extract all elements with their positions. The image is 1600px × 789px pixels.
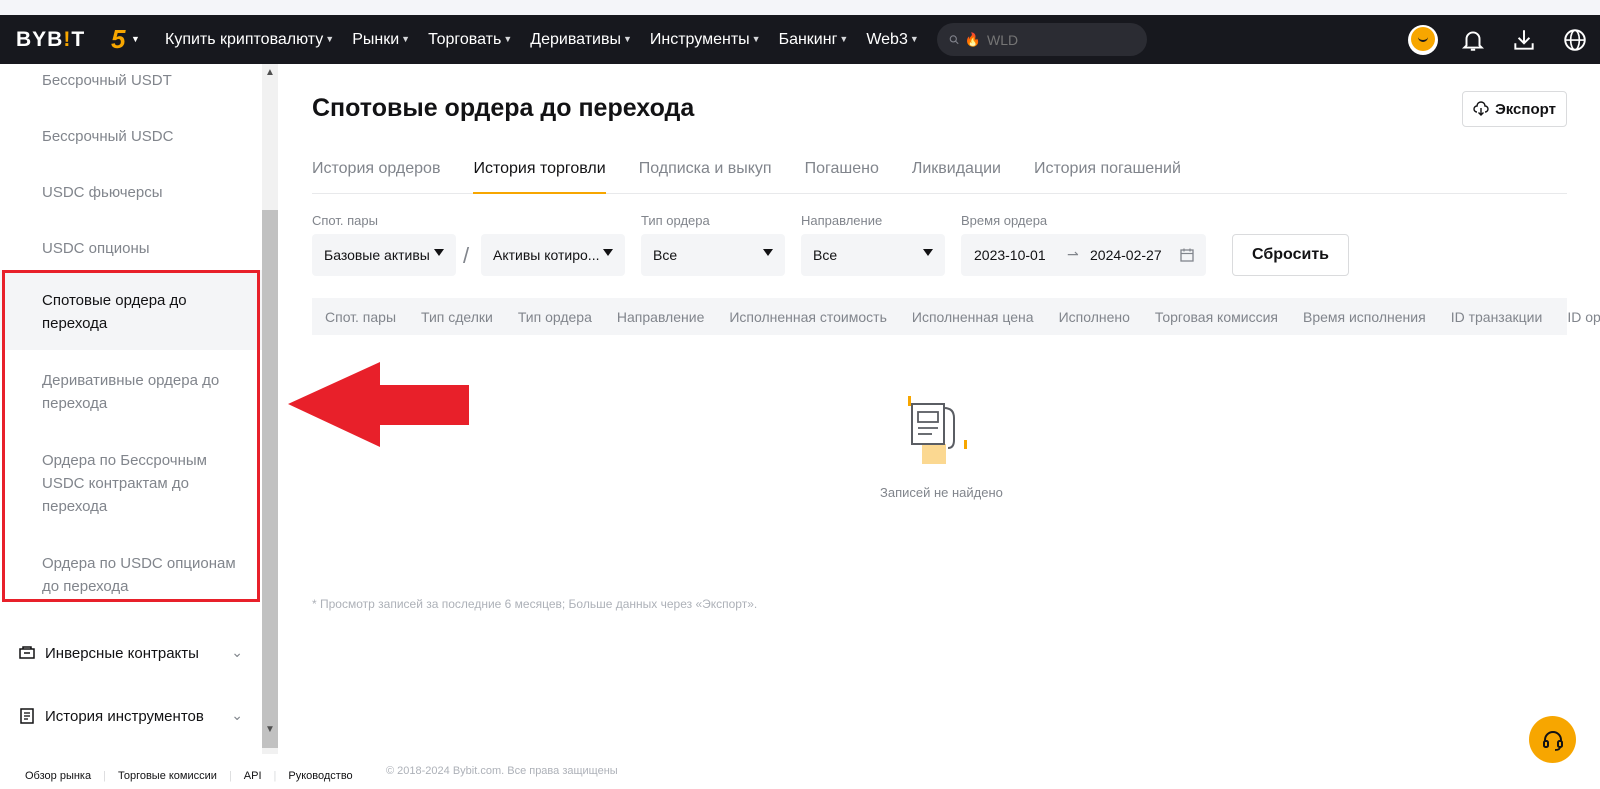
- base-assets-select[interactable]: Базовые активы: [312, 234, 456, 276]
- headset-icon: [1542, 730, 1563, 751]
- menu-derivatives[interactable]: Деривативы ▼: [530, 31, 632, 49]
- annotation-highlight-box: [2, 270, 260, 602]
- tab-subscription-redemption[interactable]: Подписка и выкуп: [639, 160, 772, 194]
- download-icon[interactable]: [1511, 27, 1537, 53]
- sidebar-scrollbar[interactable]: ▲ ▼: [262, 64, 278, 754]
- avatar[interactable]: [1408, 25, 1438, 55]
- chevron-down-icon: ▼: [131, 34, 140, 44]
- scroll-up-arrow-icon[interactable]: ▲: [265, 67, 275, 78]
- order-type-label: Тип ордера: [641, 213, 710, 228]
- main-menu: Купить криптовалюту ▼ Рынки ▼ Торговать ▼ Д…: [165, 15, 937, 64]
- sidebar-group-tools-history[interactable]: История инструментов ⌄: [18, 707, 243, 725]
- bell-icon[interactable]: [1460, 27, 1486, 53]
- top-navbar: BYB!T 5 ▼ Купить криптовалюту ▼ Рынки ▼ То…: [0, 15, 1600, 64]
- records-note: * Просмотр записей за последние 6 месяце…: [312, 597, 758, 611]
- direction-select[interactable]: Все: [801, 234, 945, 276]
- flame-icon: 🔥: [964, 31, 981, 47]
- document-icon: [20, 708, 34, 724]
- range-arrow-icon: ⇀: [1067, 246, 1079, 262]
- footer-link-api[interactable]: API: [244, 770, 262, 782]
- pair-separator: /: [463, 243, 470, 268]
- search-icon: [949, 35, 959, 45]
- sidebar-group-inverse[interactable]: Инверсные контракты ⌄: [18, 644, 243, 662]
- export-button[interactable]: Экспорт: [1462, 91, 1567, 127]
- globe-icon[interactable]: [1562, 27, 1588, 53]
- column-header: Тип ордера: [517, 308, 592, 325]
- column-header: Спот. пары: [325, 308, 397, 325]
- dropdown-arrow-icon: [923, 249, 933, 256]
- copyright: © 2018-2024 Bybit.com. Все права защищен…: [386, 765, 618, 777]
- annotation-arrow-icon: [288, 362, 469, 447]
- contract-icon: [19, 646, 35, 659]
- order-type-select[interactable]: Все: [641, 234, 785, 276]
- dropdown-arrow-icon: [763, 249, 773, 256]
- column-header: Тип сделки: [421, 308, 493, 325]
- menu-markets[interactable]: Рынки ▼: [352, 31, 410, 49]
- column-header: Исполненная цена: [911, 308, 1034, 325]
- footer-link-trading-fees[interactable]: Торговые комиссии: [118, 770, 217, 782]
- tab-repaid[interactable]: Погашено: [805, 160, 879, 194]
- date-from[interactable]: 2023-10-01: [974, 247, 1046, 263]
- cloud-download-icon: [1473, 101, 1489, 116]
- calendar-icon[interactable]: [1180, 248, 1194, 262]
- column-header: ID транзакции: [1450, 308, 1543, 325]
- column-header: Время исполнения: [1302, 308, 1426, 325]
- sidebar-item-usdt-perpetual[interactable]: Бессрочный USDT: [42, 69, 242, 92]
- tab-repayment-history[interactable]: История погашений: [1034, 160, 1181, 194]
- menu-banking[interactable]: Банкинг ▼: [779, 31, 849, 49]
- footer-links: Обзор рынка | Торговые комиссии | API | …: [25, 770, 353, 782]
- sidebar-item-usdc-futures[interactable]: USDC фьючерсы: [42, 181, 242, 204]
- empty-state-text: Записей не найдено: [880, 485, 1003, 500]
- column-header: Торговая комиссия: [1154, 308, 1278, 325]
- table-header: Спот. пары Тип сделки Тип ордера Направл…: [312, 298, 1600, 335]
- chevron-down-icon: ⌄: [231, 644, 243, 660]
- column-header: ID ордера: [1567, 308, 1600, 325]
- dropdown-arrow-icon: [434, 249, 444, 256]
- spot-pairs-label: Спот. пары: [312, 213, 378, 228]
- page-title: Спотовые ордера до перехода: [312, 94, 695, 122]
- scroll-down-arrow-icon[interactable]: ▼: [265, 724, 275, 735]
- search-input[interactable]: [987, 31, 1147, 48]
- footer-link-market-overview[interactable]: Обзор рынка: [25, 770, 91, 782]
- column-header: Направление: [616, 308, 705, 325]
- order-time-label: Время ордера: [961, 213, 1048, 228]
- tab-trade-history[interactable]: История торговли: [473, 160, 606, 194]
- menu-web3[interactable]: Web3 ▼: [866, 31, 918, 49]
- tabs: История ордеров История торговли Подписк…: [312, 160, 1567, 194]
- reset-button[interactable]: Сбросить: [1232, 234, 1349, 276]
- sidebar: Бессрочный USDT Бессрочный USDC USDC фью…: [0, 64, 262, 754]
- menu-buy-crypto[interactable]: Купить криптовалюту ▼: [165, 31, 334, 49]
- column-header: Исполненная стоимость: [729, 308, 887, 325]
- sidebar-item-usdc-options[interactable]: USDC опционы: [42, 237, 242, 260]
- chevron-down-icon: ⌄: [231, 707, 243, 723]
- footer-link-guide[interactable]: Руководство: [288, 770, 352, 782]
- support-chat-button[interactable]: [1529, 716, 1576, 763]
- dropdown-arrow-icon: [603, 249, 613, 256]
- date-to[interactable]: 2024-02-27: [1090, 247, 1162, 263]
- tab-liquidations[interactable]: Ликвидации: [912, 160, 1001, 194]
- tab-order-history[interactable]: История ордеров: [312, 160, 440, 194]
- scrollbar-thumb[interactable]: [262, 210, 278, 748]
- menu-tools[interactable]: Инструменты ▼: [650, 31, 761, 49]
- anniversary-badge[interactable]: 5: [111, 24, 125, 55]
- quote-assets-select[interactable]: Активы котиро...: [481, 234, 625, 276]
- empty-records-icon: [908, 396, 967, 464]
- search-box[interactable]: 🔥: [937, 23, 1147, 56]
- column-header: Исполнено: [1058, 308, 1130, 325]
- browser-top-strip: [0, 0, 1600, 15]
- menu-trade[interactable]: Торговать ▼: [428, 31, 512, 49]
- sidebar-item-usdc-perpetual[interactable]: Бессрочный USDC: [42, 125, 242, 148]
- date-range-picker[interactable]: 2023-10-01 ⇀ 2024-02-27: [961, 234, 1206, 276]
- bybit-logo[interactable]: BYB!T: [16, 28, 85, 52]
- direction-label: Направление: [801, 213, 883, 228]
